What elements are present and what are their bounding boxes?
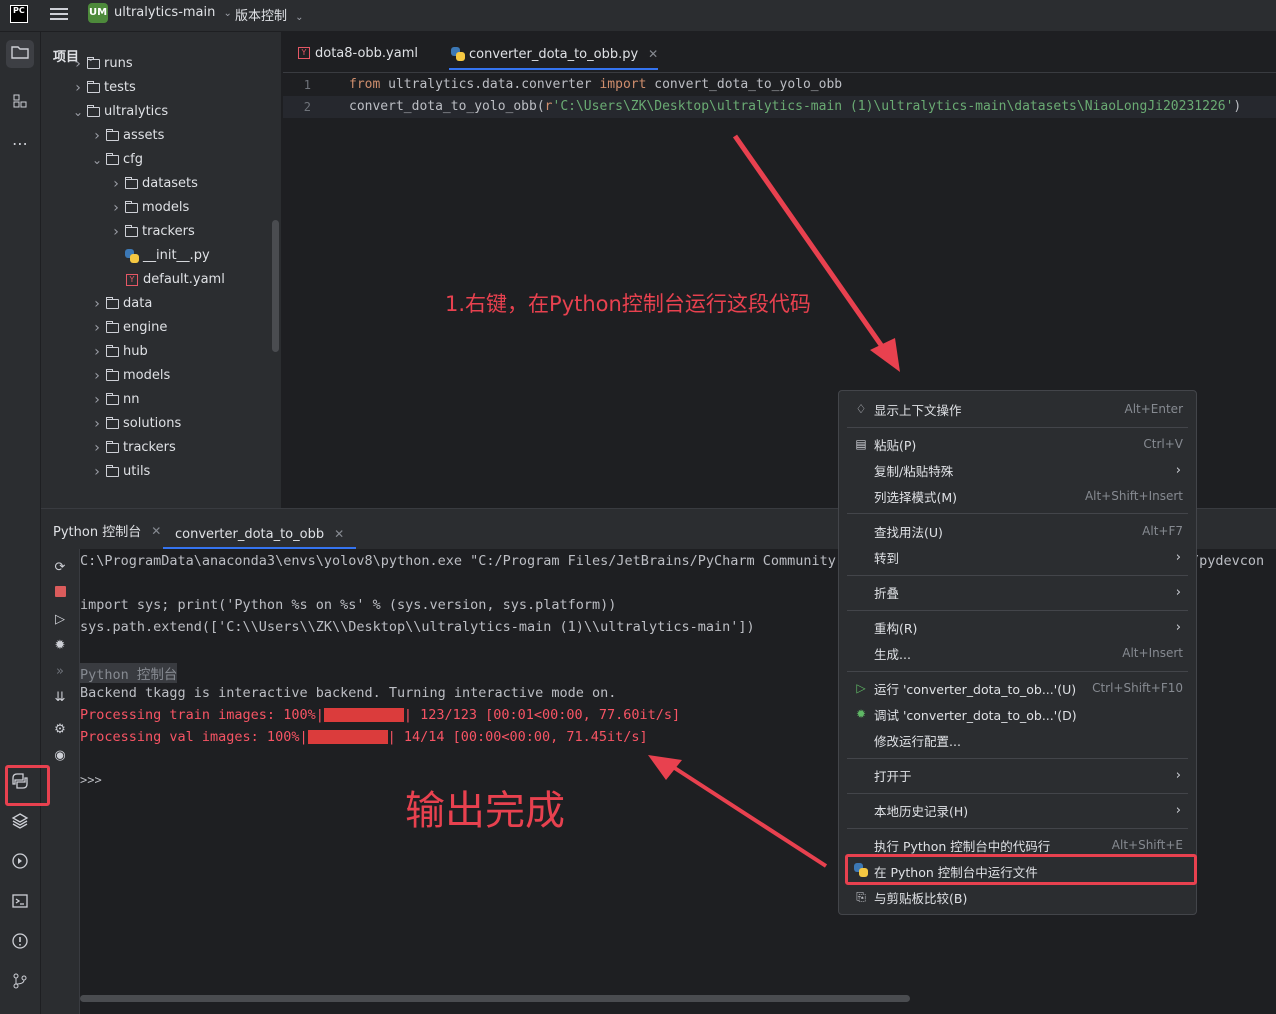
annotation-arrow-to-menu <box>732 134 891 357</box>
annotation-arrow-to-output <box>668 763 828 868</box>
annotation-arrow-to-menu-head <box>870 338 900 372</box>
annotation-arrows <box>648 134 900 868</box>
